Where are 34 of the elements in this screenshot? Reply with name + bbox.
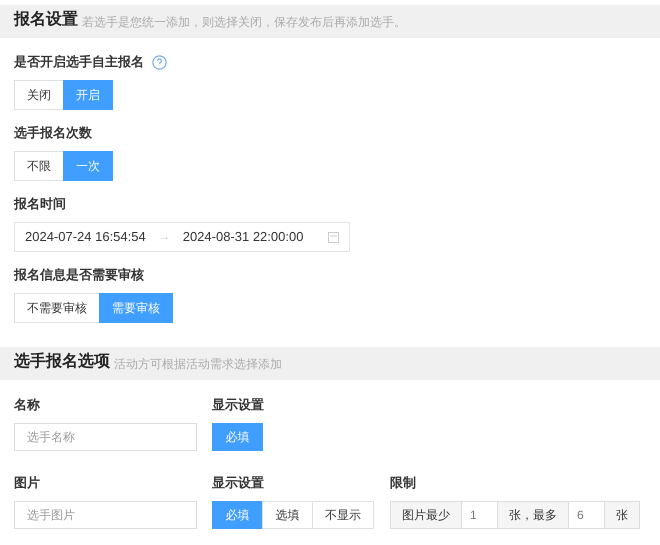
segment-option[interactable]: 必填 bbox=[212, 501, 263, 529]
field-label: 报名信息是否需要审核 bbox=[14, 266, 144, 284]
segment-option[interactable]: 需要审核 bbox=[99, 293, 173, 323]
segment-option[interactable]: 选填 bbox=[262, 501, 313, 529]
range-arrow: → bbox=[158, 230, 170, 245]
segment-option[interactable]: 必填 bbox=[212, 423, 263, 451]
segment-option[interactable]: 不显示 bbox=[312, 501, 374, 529]
calendar-icon bbox=[328, 232, 339, 242]
segment-option[interactable]: 不需要审核 bbox=[14, 293, 100, 323]
section-hint: 活动方可根据活动需求选择添加 bbox=[114, 356, 282, 373]
segment-option[interactable]: 关闭 bbox=[14, 80, 64, 110]
section-hint: 若选手是您统一添加，则选择关闭，保存发布后再添加选手。 bbox=[82, 14, 406, 31]
field-label: 显示设置 bbox=[212, 396, 265, 414]
field-label: 是否开启选手自主报名 bbox=[14, 53, 144, 71]
text-field[interactable]: 选手名称 bbox=[14, 423, 197, 451]
field-label: 显示设置 bbox=[212, 474, 265, 492]
field-label: 选手报名次数 bbox=[14, 124, 92, 142]
addon-label: 图片最少 bbox=[391, 502, 462, 528]
segment-option[interactable]: 不限 bbox=[14, 151, 64, 181]
help-icon[interactable] bbox=[152, 54, 167, 70]
field-label: 图片 bbox=[14, 474, 41, 492]
section-title: 报名设置 bbox=[14, 10, 78, 30]
start-date: 2024-07-24 16:54:54 bbox=[25, 228, 146, 246]
section-title: 选手报名选项 bbox=[14, 351, 110, 372]
addon-label: 张 bbox=[605, 502, 639, 528]
field-label: 报名时间 bbox=[14, 195, 66, 213]
end-date: 2024-08-31 22:00:00 bbox=[182, 228, 304, 246]
segment-option[interactable]: 开启 bbox=[63, 80, 113, 110]
field-label: 限制 bbox=[390, 474, 417, 492]
text-field[interactable]: 选手图片 bbox=[14, 501, 197, 529]
segment-option[interactable]: 一次 bbox=[63, 151, 113, 181]
date-range-field[interactable]: 2024-07-24 16:54:54 → 2024-08-31 22:00:00 bbox=[14, 222, 350, 252]
field-label: 名称 bbox=[14, 396, 41, 414]
addon-label: 张，最多 bbox=[498, 502, 569, 528]
